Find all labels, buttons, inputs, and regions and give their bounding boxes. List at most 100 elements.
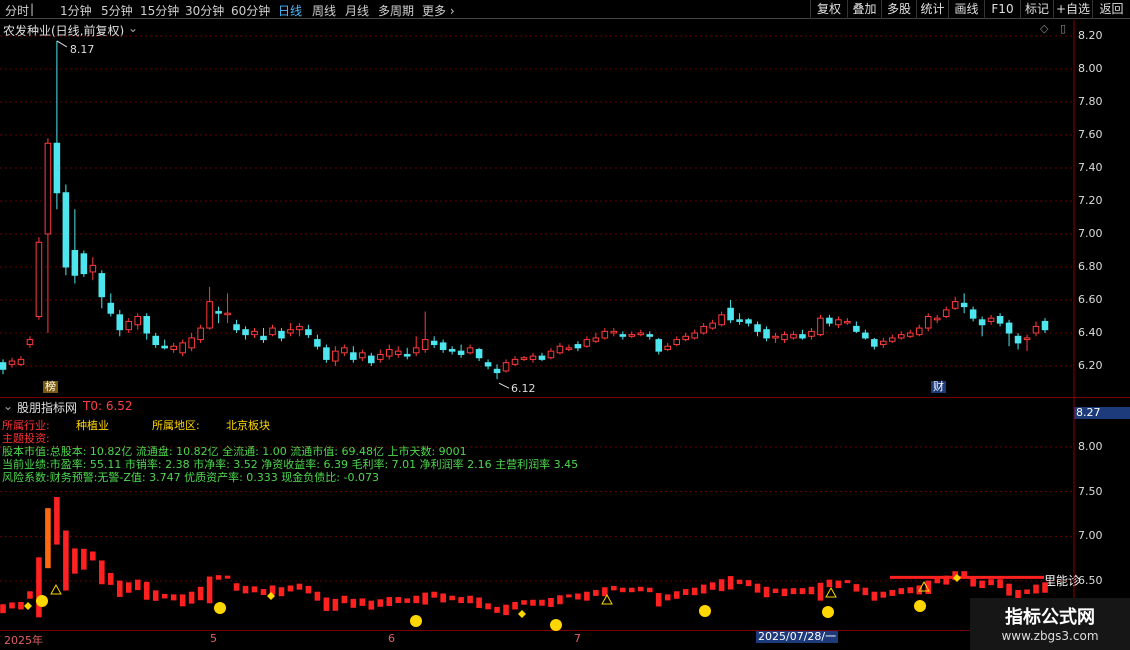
candle-body <box>215 311 222 314</box>
candle-body <box>278 330 285 339</box>
candle-body <box>682 335 689 341</box>
indicator-bar <box>979 580 985 589</box>
candle-body <box>71 250 79 276</box>
candle-body <box>1014 335 1022 344</box>
candle-body <box>942 309 950 317</box>
indicator-bar <box>593 589 599 596</box>
candle-body <box>538 355 546 360</box>
candle-body <box>475 349 483 359</box>
candle-body <box>933 317 941 321</box>
candle-body <box>1041 320 1049 331</box>
indicator-bar <box>763 586 770 598</box>
candle-body <box>260 335 267 341</box>
indicator-bar <box>305 585 312 594</box>
candle-body <box>403 353 411 357</box>
indicator-bar <box>296 583 303 590</box>
diamond-marker-icon <box>518 610 526 618</box>
candle-body <box>915 327 923 336</box>
diamond-marker-icon <box>24 602 32 610</box>
candle-body <box>1023 337 1031 341</box>
candle-body <box>862 332 869 339</box>
candle-body <box>745 319 752 324</box>
candle-body <box>565 347 573 350</box>
candle-body <box>188 337 195 349</box>
candle-body <box>736 319 743 322</box>
indicator-bar <box>458 597 464 604</box>
indicator-bar <box>682 589 689 596</box>
candle-body <box>781 334 788 341</box>
indicator-bar <box>90 551 96 561</box>
indicator-bar <box>332 598 339 611</box>
indicator-bar <box>323 597 330 611</box>
indicator-bar <box>620 587 626 593</box>
indicator-bar <box>700 584 707 594</box>
smiley-icon <box>699 605 711 617</box>
candle-body <box>646 334 654 337</box>
indicator-bar <box>1033 584 1039 594</box>
indicator-bar <box>179 594 186 607</box>
candle-body <box>709 322 716 329</box>
indicator-bar <box>691 587 698 596</box>
candle-body <box>960 302 968 308</box>
candle-body <box>520 357 528 360</box>
candle-body <box>107 302 115 314</box>
indicator-bar <box>709 582 716 590</box>
indicator-bar <box>81 548 87 570</box>
candle-body <box>655 339 663 352</box>
indicator-bar <box>655 593 662 607</box>
indicator-bar <box>0 604 6 614</box>
indicator-bar <box>260 589 267 596</box>
indicator-bar <box>808 586 815 595</box>
indicator-bar <box>988 579 994 586</box>
candle-body <box>466 347 474 354</box>
candle-body <box>44 142 52 235</box>
candle-body <box>897 334 905 339</box>
indicator-bar <box>152 590 159 601</box>
candle-body <box>206 301 213 329</box>
candle-body <box>17 358 25 365</box>
candle-body <box>628 334 636 337</box>
candle-body <box>754 324 761 332</box>
candle-body <box>529 355 537 360</box>
indicator-bar <box>575 593 581 600</box>
low-marker-line <box>498 382 510 389</box>
candle-body <box>296 325 303 331</box>
indicator-bar <box>431 591 437 598</box>
candle-body <box>448 349 456 352</box>
candle-body <box>691 332 698 339</box>
indicator-bar <box>27 591 33 599</box>
candle-body <box>790 334 797 339</box>
candle-body <box>574 344 582 349</box>
candle-body <box>179 342 186 354</box>
indicator-bar <box>754 583 761 593</box>
candle-body <box>0 362 7 370</box>
indicator-bar <box>485 603 491 610</box>
indicator-bar <box>637 586 644 592</box>
indicator-bar <box>134 579 141 591</box>
candle-body <box>1032 325 1040 334</box>
indicator-bar <box>745 580 752 587</box>
indicator-bar <box>997 579 1003 589</box>
candle-body <box>98 273 106 298</box>
indicator-bar <box>512 601 518 610</box>
indicator-bar <box>36 557 42 618</box>
high-price-label: 8.17 <box>70 43 95 56</box>
indicator-bar <box>125 582 132 593</box>
indicator-bar <box>889 589 896 596</box>
candle-body <box>143 316 151 334</box>
indicator-bar <box>646 587 653 593</box>
indicator-bar <box>664 594 671 601</box>
candle-body <box>233 324 240 331</box>
candle-body <box>871 339 878 347</box>
indicator-bar <box>377 599 384 607</box>
indicator-bar <box>566 594 572 598</box>
candle-body <box>421 339 429 351</box>
candle-body <box>394 350 402 355</box>
candle-body <box>125 320 133 331</box>
candle-body <box>170 345 177 351</box>
indicator-bar <box>781 588 788 597</box>
indicator-bar <box>386 597 393 607</box>
candle-body <box>161 345 168 349</box>
indicator-bar <box>907 587 914 594</box>
candlestick-chart[interactable]: 8.17 6.12 <box>0 0 1130 650</box>
